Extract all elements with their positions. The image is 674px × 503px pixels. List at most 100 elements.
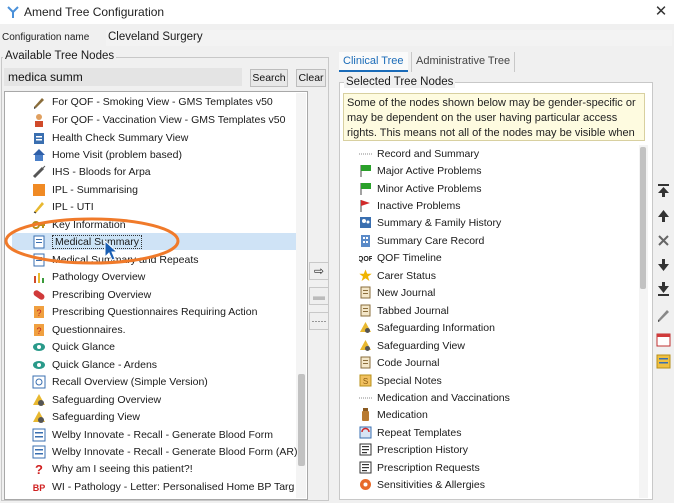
available-nodes-legend: Available Tree Nodes — [3, 50, 117, 62]
info-message: Some of the nodes shown below may be gen… — [343, 93, 645, 141]
tree-node[interactable]: Sensitivities & Allergies — [359, 476, 485, 493]
recall-icon — [32, 375, 46, 388]
tree-node-label: Safeguarding Information — [377, 321, 495, 334]
list-item-label: Health Check Summary View — [52, 131, 189, 144]
list-item[interactable]: Safeguarding Overview — [32, 391, 161, 408]
list-item-label: Key Information — [52, 218, 126, 231]
add-folder-button[interactable]: ▬ — [309, 287, 329, 305]
list-item[interactable]: Home Visit (problem based) — [32, 146, 182, 163]
rx-icon — [359, 461, 372, 474]
properties-icon[interactable] — [655, 353, 672, 370]
tree-node[interactable]: Summary Care Record — [359, 232, 484, 249]
tree-node[interactable]: Safeguarding View — [359, 337, 465, 354]
tree-node[interactable]: Safeguarding Information — [359, 319, 495, 336]
list-item[interactable]: Prescribing Overview — [32, 286, 151, 303]
list-item-label: IPL - UTI — [52, 200, 94, 213]
calendar-icon[interactable] — [655, 331, 672, 348]
safeguard-icon — [360, 340, 371, 351]
list-item[interactable]: Health Check Summary View — [32, 129, 188, 146]
move-up-icon[interactable] — [655, 207, 672, 224]
clear-button[interactable]: Clear — [296, 69, 326, 87]
add-node-button[interactable]: ⇨ — [309, 262, 329, 280]
tree-node-label: Major Active Problems — [377, 164, 482, 177]
notes-icon: S — [359, 374, 372, 387]
tree-node[interactable]: Summary & Family History — [359, 214, 501, 231]
selected-nodes-legend: Selected Tree Nodes — [344, 76, 456, 88]
close-icon[interactable]: ✕ — [652, 2, 670, 20]
tree-node[interactable]: Prescription Requests — [359, 459, 480, 476]
tab-clinical-tree[interactable]: Clinical Tree — [339, 52, 408, 72]
list-item-label: Medical Summary and Repeats — [52, 253, 199, 266]
available-tree-scroll-thumb[interactable] — [298, 374, 305, 466]
list-item[interactable]: Quick Glance — [32, 338, 115, 355]
list-item-label: IHS - Bloods for Arpa — [52, 165, 151, 178]
list-item[interactable]: Welby Innovate - Recall - Generate Blood… — [32, 426, 273, 443]
list-item-label: Welby Innovate - Recall - Generate Blood… — [52, 428, 273, 441]
list-item[interactable]: ? Why am I seeing this patient?! — [32, 460, 193, 477]
list-item[interactable]: Safeguarding View — [32, 408, 140, 425]
svg-text:BP: BP — [33, 483, 46, 493]
dots-icon — [359, 153, 372, 155]
tree-node-label: QOF Timeline — [377, 251, 442, 264]
tree-node[interactable]: Carer Status — [359, 267, 436, 284]
tree-node[interactable]: Repeat Templates — [359, 424, 461, 441]
tree-node-label: Safeguarding View — [377, 339, 465, 352]
list-item[interactable]: IPL - UTI — [32, 198, 94, 215]
tree-node[interactable]: Major Active Problems — [359, 162, 481, 179]
move-down-icon[interactable] — [655, 257, 672, 274]
list-item-label: Prescribing Questionnaires Requiring Act… — [52, 305, 258, 318]
chart-icon — [34, 272, 44, 283]
mouse-cursor-icon — [104, 240, 119, 261]
config-name-field[interactable]: Cleveland Surgery — [106, 30, 672, 46]
tree-node-label: Code Journal — [377, 356, 440, 369]
list-item[interactable]: IPL - Summarising — [32, 181, 138, 198]
clipboard-icon — [34, 132, 44, 144]
list-item[interactable]: Recall Overview (Simple Version) — [32, 373, 208, 390]
list-item-label: Questionnaires. — [52, 323, 126, 336]
tree-node-label: Prescription History — [377, 443, 469, 456]
list-item[interactable]: ? Questionnaires. — [32, 321, 126, 338]
list-item[interactable]: IHS - Bloods for Arpa — [32, 163, 151, 180]
search-button[interactable]: Search — [250, 69, 288, 87]
add-separator-button[interactable]: ····· — [309, 312, 329, 330]
tree-node[interactable]: Minor Active Problems — [359, 180, 481, 197]
green-flag-icon — [360, 165, 371, 177]
list-item[interactable]: Key Information — [32, 216, 126, 233]
list-item[interactable]: ? Prescribing Questionnaires Requiring A… — [32, 303, 257, 320]
list-item[interactable]: Welby Innovate - Recall - Generate Blood… — [32, 443, 297, 460]
config-name-label: Configuration name — [2, 32, 90, 43]
rx-icon — [359, 443, 372, 456]
tree-node-label: Tabbed Journal — [377, 304, 449, 317]
tree-node[interactable]: New Journal — [359, 284, 435, 301]
search-input[interactable] — [4, 68, 242, 86]
list-item[interactable]: BP WI - Pathology - Letter: Personalised… — [32, 478, 295, 495]
list-item[interactable]: Pathology Overview — [32, 268, 145, 285]
tree-node[interactable]: Medication — [359, 406, 428, 423]
person-icon — [35, 113, 43, 127]
tree-node[interactable]: Code Journal — [359, 354, 439, 371]
tree-node[interactable]: S Special Notes — [359, 372, 442, 389]
move-bottom-icon[interactable] — [655, 281, 672, 298]
list-item[interactable]: Quick Glance - Ardens — [32, 356, 157, 373]
tree-node[interactable]: QOF QOF Timeline — [359, 249, 442, 266]
tree-node[interactable]: Prescription History — [359, 441, 468, 458]
form-icon — [32, 445, 46, 458]
list-item[interactable]: For QOF - Vaccination View - GMS Templat… — [32, 111, 285, 128]
list-item-label: IPL - Summarising — [52, 183, 138, 196]
list-item-label: Medical Summary — [52, 234, 143, 249]
tree-node[interactable]: Inactive Problems — [359, 197, 460, 214]
tree-node[interactable]: Medication and Vaccinations — [359, 389, 510, 406]
edit-icon[interactable] — [655, 306, 672, 323]
selected-tree-scroll-thumb[interactable] — [640, 147, 646, 289]
move-top-icon[interactable] — [655, 182, 672, 199]
safeguard-icon — [33, 410, 45, 423]
tab-administrative-tree[interactable]: Administrative Tree — [411, 52, 516, 72]
tree-node[interactable]: Record and Summary — [359, 145, 479, 162]
delete-icon[interactable] — [655, 232, 672, 249]
pencil-icon — [33, 201, 44, 213]
safeguard-icon — [33, 393, 45, 406]
tree-node[interactable]: Tabbed Journal — [359, 302, 449, 319]
list-item[interactable]: For QOF - Smoking View - GMS Templates v… — [32, 93, 273, 110]
bp-icon: BP — [33, 483, 46, 493]
list-item-selected[interactable]: Medical Summary — [32, 233, 143, 250]
